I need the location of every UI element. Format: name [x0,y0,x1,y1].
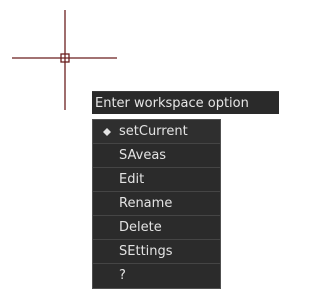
menu-item-rename[interactable]: Rename [93,192,220,216]
selected-bullet-icon [102,120,112,144]
menu-item-delete[interactable]: Delete [93,216,220,240]
menu-item-label: Delete [119,220,162,235]
menu-item-label: ? [119,268,126,283]
menu-item-label: setCurrent [119,124,188,139]
menu-item-label: SEttings [119,244,173,259]
pickbox-square [60,53,70,63]
menu-item-setcurrent[interactable]: setCurrent [93,120,220,144]
menu-item-help[interactable]: ? [93,264,220,288]
menu-item-label: SAveas [119,148,167,163]
menu-item-saveas[interactable]: SAveas [93,144,220,168]
drawing-canvas[interactable]: Enter workspace option setCurrent SAveas… [0,0,279,289]
menu-item-label: Edit [119,172,145,187]
workspace-options-menu: setCurrent SAveas Edit Rename Delete SEt… [92,119,221,289]
menu-item-settings[interactable]: SEttings [93,240,220,264]
command-prompt: Enter workspace option [92,91,279,114]
menu-item-edit[interactable]: Edit [93,168,220,192]
menu-item-label: Rename [119,196,173,211]
command-prompt-text: Enter workspace option [95,96,249,111]
